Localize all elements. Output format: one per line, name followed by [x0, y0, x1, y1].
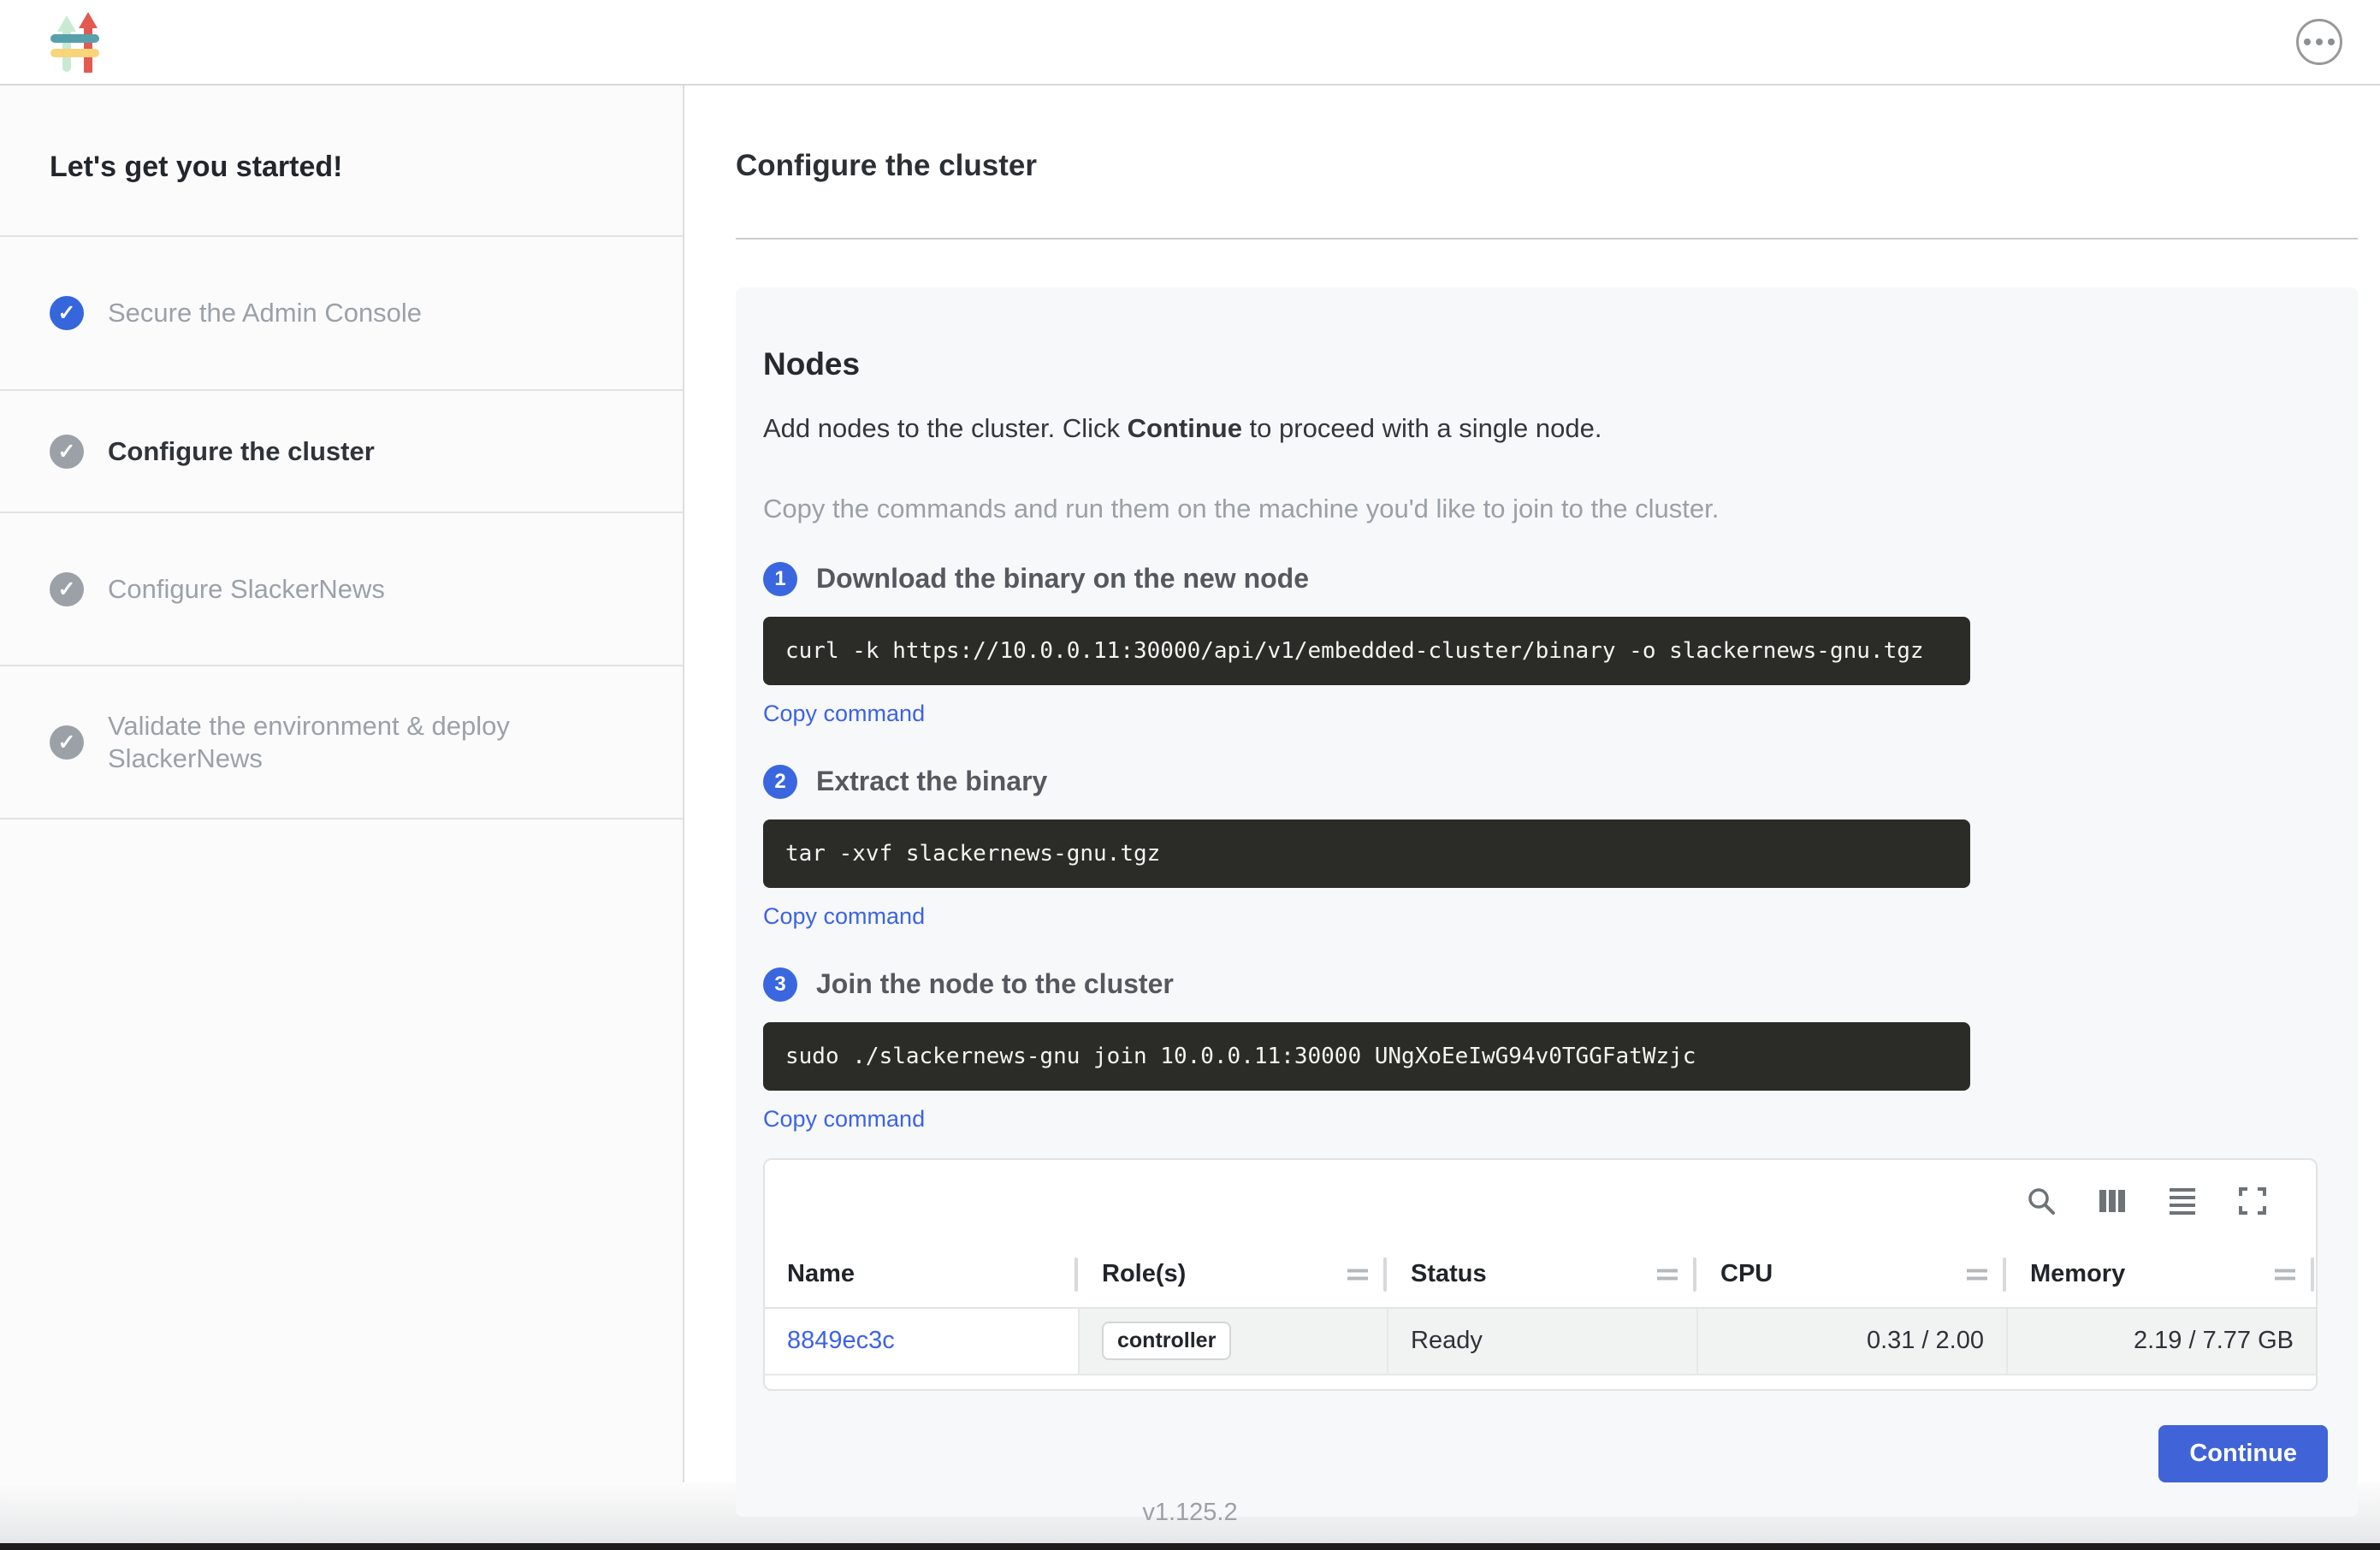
- continue-row: Continue: [763, 1425, 2328, 1482]
- continue-button[interactable]: Continue: [2158, 1425, 2328, 1482]
- columns-icon: [2097, 1186, 2128, 1216]
- search-icon: [2025, 1185, 2057, 1217]
- step-number-badge: 1: [763, 562, 797, 596]
- column-header-label: CPU: [1720, 1260, 1773, 1288]
- column-separator[interactable]: [1383, 1257, 1387, 1292]
- join-step-3-header: 3 Join the node to the cluster: [763, 967, 2328, 1002]
- column-menu-equals-icon[interactable]: [1657, 1269, 1678, 1280]
- check-circle-icon: ✓: [50, 435, 84, 469]
- step-title: Extract the binary: [816, 766, 1047, 797]
- sidebar-step-label: Secure the Admin Console: [108, 297, 422, 328]
- density-button[interactable]: [2167, 1186, 2198, 1216]
- cell-memory: 2.19 / 7.77 GB: [2008, 1309, 2316, 1374]
- topbar: [0, 0, 2380, 86]
- copy-command-link[interactable]: Copy command: [763, 1106, 925, 1133]
- fullscreen-button[interactable]: [2237, 1186, 2268, 1216]
- cell-name: 8849ec3c: [765, 1309, 1080, 1374]
- nodes-table-card: Name Role(s) Status CPU: [763, 1158, 2318, 1391]
- step-number-badge: 2: [763, 765, 797, 799]
- ellipsis-icon: [2304, 38, 2335, 45]
- column-separator[interactable]: [2003, 1257, 2006, 1292]
- column-header-roles[interactable]: Role(s): [1080, 1242, 1388, 1307]
- sidebar-step-configure-slackernews: ✓ Configure SlackerNews: [0, 513, 683, 666]
- column-header-status[interactable]: Status: [1388, 1242, 1698, 1307]
- sidebar-step-configure-cluster: ✓ Configure the cluster: [0, 391, 683, 513]
- column-separator[interactable]: [2311, 1257, 2314, 1292]
- more-options-button[interactable]: [2296, 19, 2342, 65]
- copy-command-link[interactable]: Copy command: [763, 903, 925, 930]
- column-header-cpu[interactable]: CPU: [1698, 1242, 2008, 1307]
- column-header-name[interactable]: Name: [765, 1242, 1080, 1307]
- table-header-row: Name Role(s) Status CPU: [765, 1242, 2316, 1309]
- node-name-link[interactable]: 8849ec3c: [787, 1327, 895, 1355]
- cell-cpu: 0.31 / 2.00: [1698, 1309, 2008, 1374]
- nodes-heading: Nodes: [763, 346, 2328, 382]
- search-button[interactable]: [2025, 1185, 2057, 1217]
- density-icon: [2167, 1186, 2198, 1216]
- sidebar-step-label: Configure SlackerNews: [108, 573, 385, 605]
- step-number-badge: 3: [763, 967, 797, 1002]
- download-binary-command-block: curl -k https://10.0.0.11:30000/api/v1/e…: [763, 617, 1970, 685]
- column-header-label: Name: [787, 1260, 855, 1288]
- column-menu-equals-icon[interactable]: [2275, 1269, 2295, 1280]
- nodes-intro: Add nodes to the cluster. Click Continue…: [763, 413, 2328, 444]
- divider: [736, 238, 2358, 240]
- join-step-2-header: 2 Extract the binary: [763, 765, 2328, 799]
- main-content: Configure the cluster Nodes Add nodes to…: [684, 86, 2380, 1482]
- extract-binary-command-block: tar -xvf slackernews-gnu.tgz: [763, 819, 1970, 888]
- role-chip: controller: [1102, 1322, 1231, 1360]
- table-row: 8849ec3c controller Ready 0.31 / 2.00 2.…: [765, 1309, 2316, 1375]
- fullscreen-icon: [2237, 1186, 2268, 1216]
- bottom-strip: [0, 1543, 2380, 1550]
- copy-instructions-text: Copy the commands and run them on the ma…: [763, 494, 2328, 524]
- column-menu-equals-icon[interactable]: [1347, 1269, 1368, 1280]
- column-separator[interactable]: [1693, 1257, 1696, 1292]
- intro-text: to proceed with a single node.: [1242, 413, 1602, 443]
- cell-status: Ready: [1388, 1309, 1698, 1374]
- version-label: v1.125.2: [1142, 1499, 1237, 1527]
- column-header-memory[interactable]: Memory: [2008, 1242, 2316, 1307]
- join-step-1-header: 1 Download the binary on the new node: [763, 562, 2328, 596]
- check-circle-icon: ✓: [50, 572, 84, 606]
- column-header-label: Role(s): [1102, 1260, 1186, 1288]
- copy-command-link[interactable]: Copy command: [763, 701, 925, 727]
- step-title: Download the binary on the new node: [816, 563, 1309, 595]
- setup-steps-sidebar: Let's get you started! ✓ Secure the Admi…: [0, 86, 684, 1482]
- slackernews-logo-icon: [50, 11, 101, 73]
- join-node-command-block: sudo ./slackernews-gnu join 10.0.0.11:30…: [763, 1022, 1970, 1091]
- sidebar-step-secure-admin-console: ✓ Secure the Admin Console: [0, 237, 683, 391]
- table-toolbar: [765, 1160, 2316, 1242]
- intro-text: Add nodes to the cluster. Click: [763, 413, 1128, 443]
- check-circle-icon: ✓: [50, 725, 84, 760]
- sidebar-step-validate-deploy: ✓ Validate the environment & deploy Slac…: [0, 666, 683, 819]
- sidebar-title: Let's get you started!: [0, 86, 683, 237]
- table-footer-spacer: [765, 1375, 2316, 1389]
- column-menu-equals-icon[interactable]: [1967, 1269, 1987, 1280]
- nodes-card: Nodes Add nodes to the cluster. Click Co…: [736, 287, 2358, 1517]
- column-header-label: Status: [1411, 1260, 1487, 1288]
- cell-roles: controller: [1080, 1309, 1388, 1374]
- sidebar-step-label: Configure the cluster: [108, 435, 375, 467]
- column-header-label: Memory: [2030, 1260, 2125, 1288]
- columns-button[interactable]: [2097, 1186, 2128, 1216]
- sidebar-step-label: Validate the environment & deploy Slacke…: [108, 710, 587, 773]
- page-title: Configure the cluster: [736, 149, 2380, 183]
- column-separator[interactable]: [1075, 1257, 1078, 1292]
- check-circle-icon: ✓: [50, 296, 84, 330]
- step-title: Join the node to the cluster: [816, 968, 1174, 1000]
- intro-continue-emphasis: Continue: [1128, 413, 1242, 443]
